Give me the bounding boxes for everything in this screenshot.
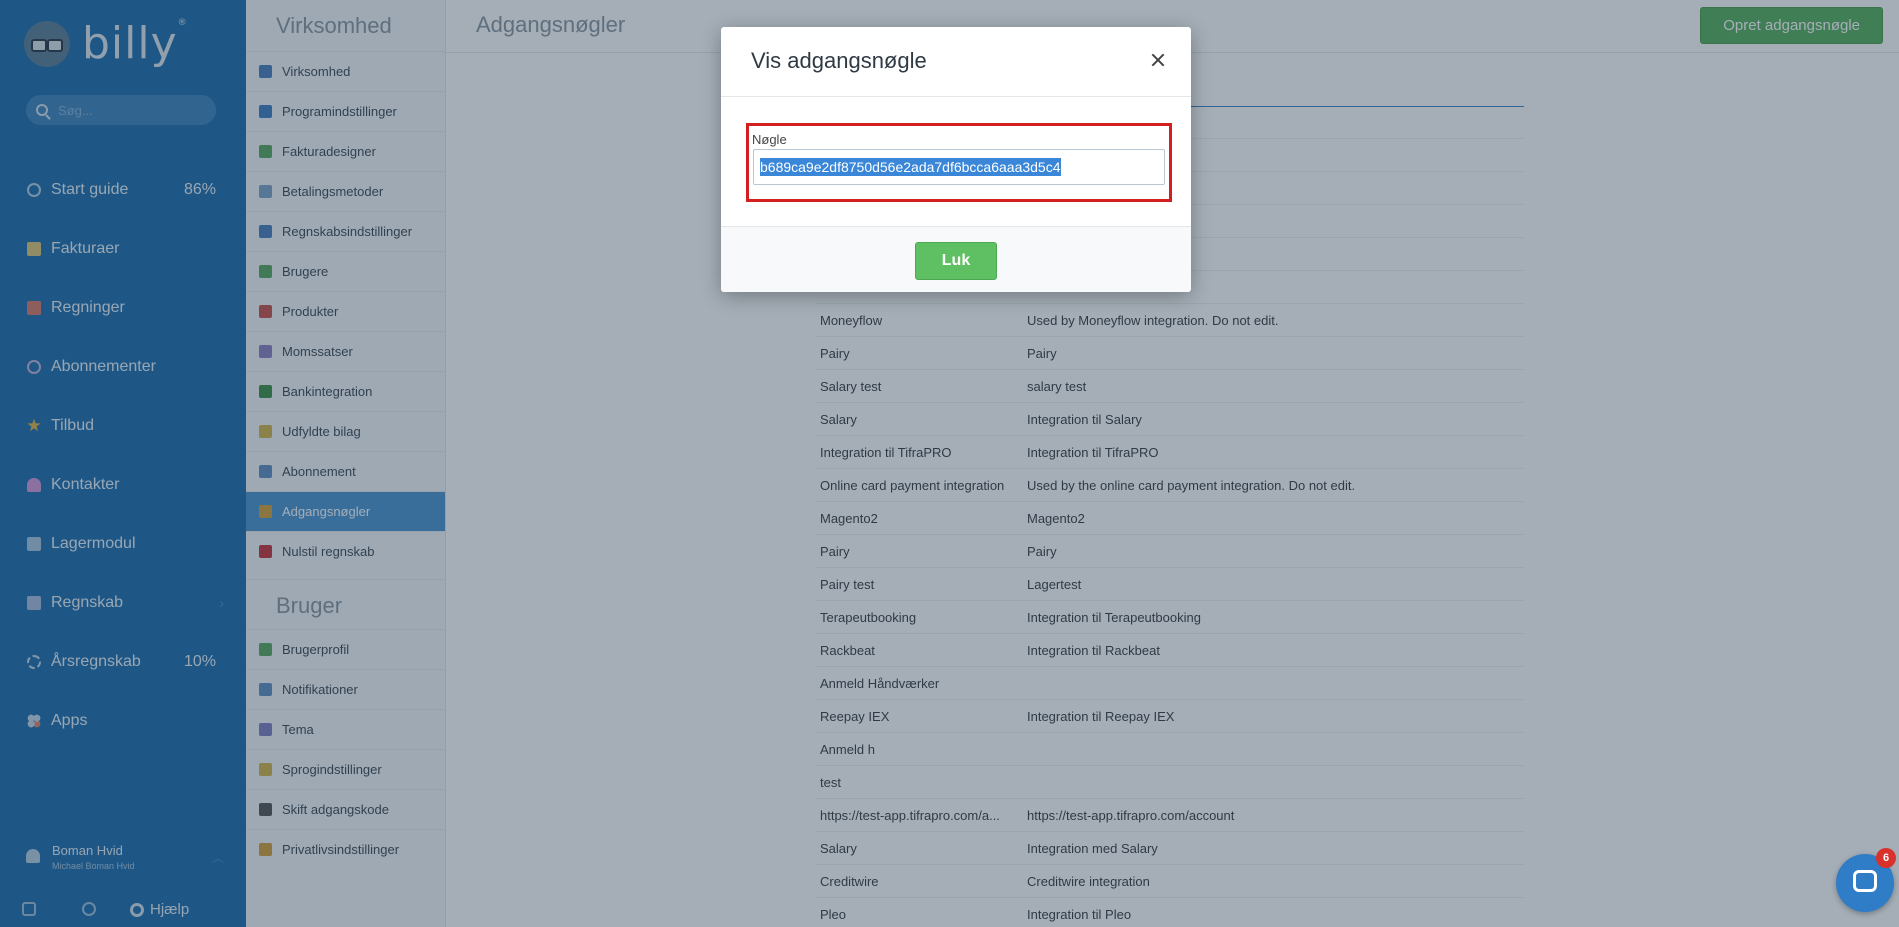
key-field-highlight: Nøgle b689ca9e2df8750d56e2ada7df6bcca6aa… [746, 123, 1172, 202]
key-label: Nøgle [752, 132, 787, 147]
dialog-title: Vis adgangsnøgle [751, 48, 927, 73]
key-input[interactable]: b689ca9e2df8750d56e2ada7df6bcca6aaa3d5c4 [753, 149, 1165, 185]
chat-unread-badge: 6 [1876, 848, 1896, 868]
chat-launcher[interactable]: 6 [1836, 848, 1896, 912]
close-icon[interactable] [1147, 49, 1169, 71]
close-button[interactable]: Luk [915, 242, 997, 280]
dialog-header: Vis adgangsnøgle [721, 27, 1191, 97]
view-access-key-dialog: Vis adgangsnøgle Nøgle b689ca9e2df8750d5… [721, 27, 1191, 292]
chat-bubble-icon [1853, 870, 1877, 892]
dialog-footer: Luk [721, 226, 1191, 292]
key-value-selected: b689ca9e2df8750d56e2ada7df6bcca6aaa3d5c4 [760, 158, 1061, 176]
